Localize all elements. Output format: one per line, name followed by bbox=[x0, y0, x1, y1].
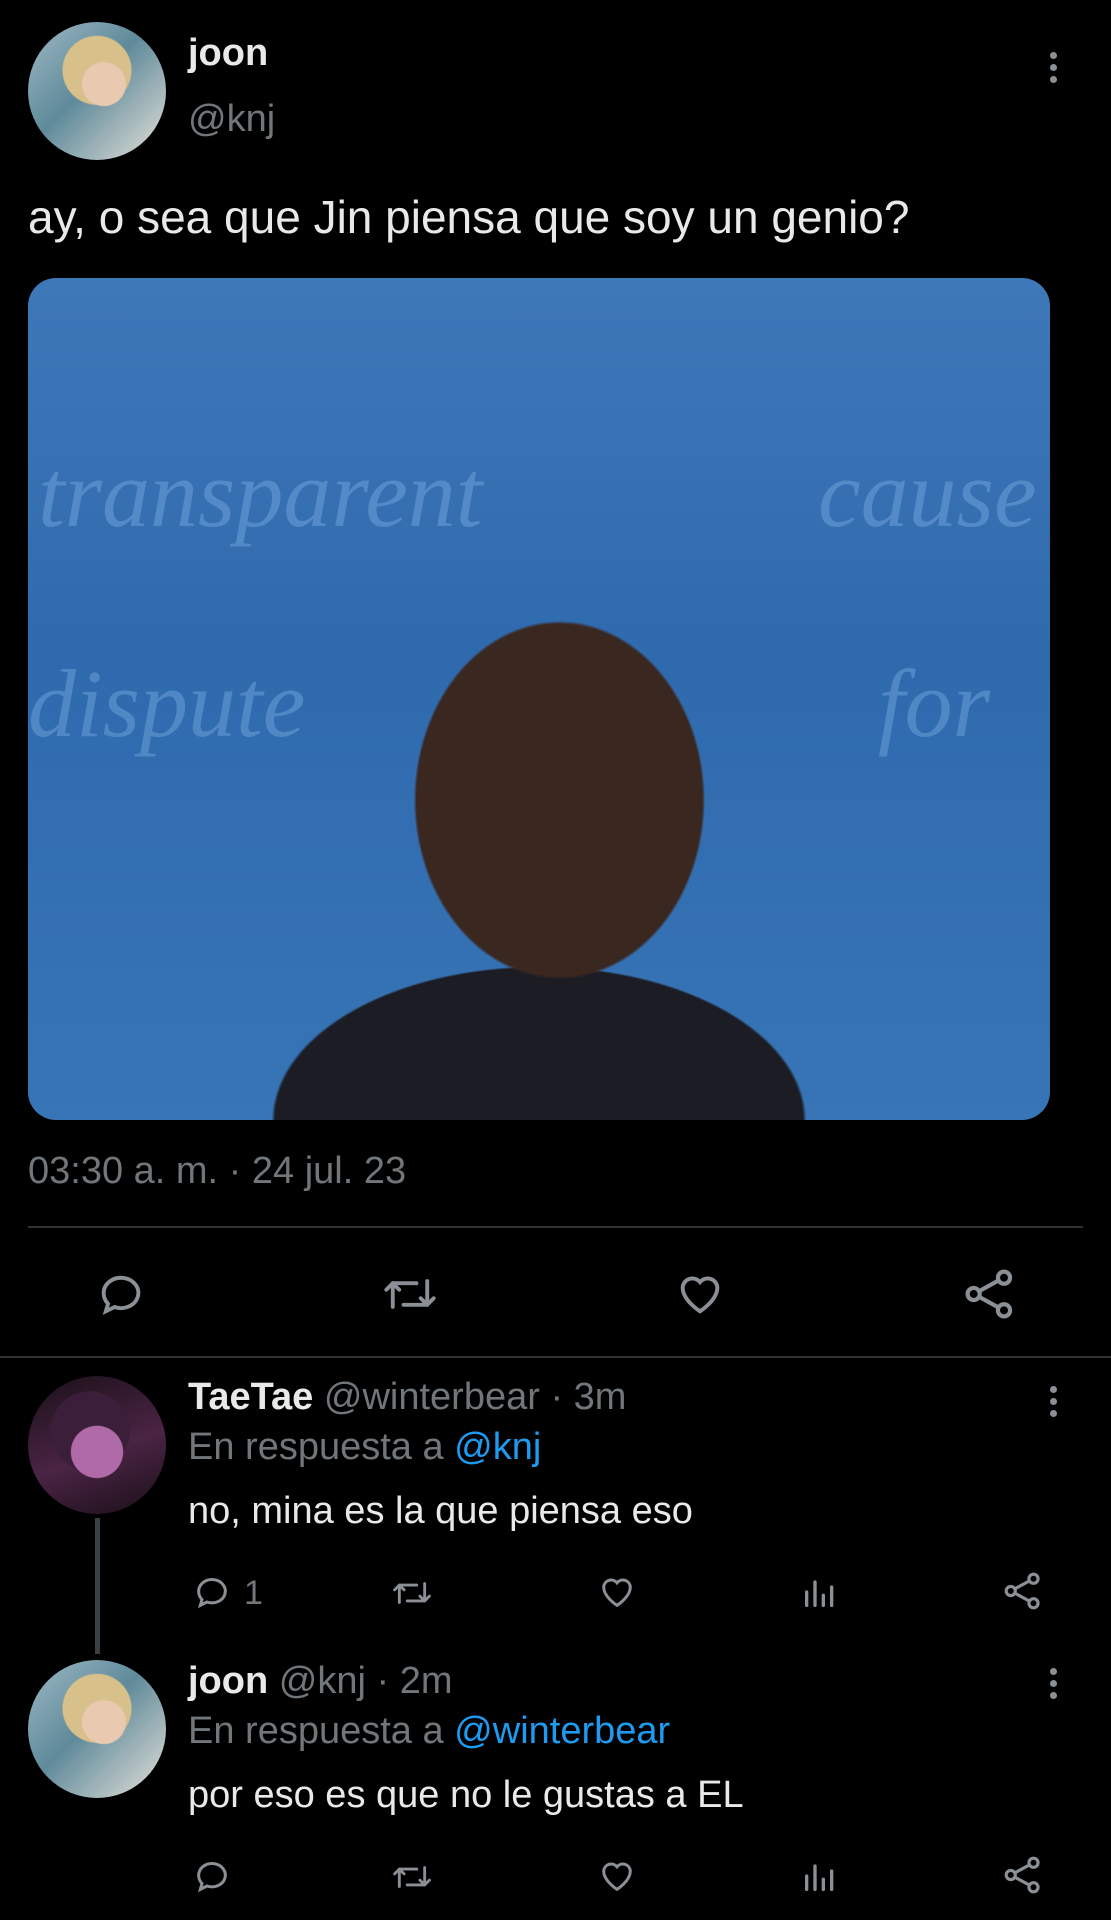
reply-icon[interactable] bbox=[192, 1856, 232, 1896]
reply-avatar[interactable] bbox=[28, 1376, 166, 1514]
reply-header: TaeTae @winterbear · 3m bbox=[188, 1376, 626, 1419]
tweet-timestamp[interactable]: 03:30 a. m. · 24 jul. 23 bbox=[28, 1150, 406, 1193]
author-name[interactable]: joon bbox=[188, 32, 268, 75]
thread-line bbox=[95, 1518, 100, 1654]
tweet-photo[interactable]: transparent cause dispute for bbox=[28, 278, 1050, 1120]
tweet-text: ay, o sea que Jin piensa que soy un geni… bbox=[28, 191, 910, 243]
reply-count: 1 bbox=[244, 1574, 263, 1612]
reply-author-name[interactable]: TaeTae bbox=[188, 1376, 313, 1418]
reply-author-handle[interactable]: @winterbear bbox=[324, 1376, 540, 1418]
retweet-icon[interactable] bbox=[390, 1574, 434, 1612]
photo-overlay-word-4: for bbox=[878, 650, 991, 757]
reply-text: por eso es que no le gustas a EL bbox=[188, 1774, 744, 1816]
like-icon[interactable] bbox=[596, 1856, 638, 1896]
photo-overlay-word-1: transparent bbox=[38, 440, 483, 547]
more-options-icon[interactable] bbox=[1042, 1668, 1064, 1704]
author-avatar[interactable] bbox=[28, 22, 166, 160]
like-icon[interactable] bbox=[673, 1268, 727, 1320]
divider bbox=[28, 1226, 1083, 1228]
analytics-icon[interactable] bbox=[800, 1856, 840, 1896]
reply-time[interactable]: · 3m bbox=[550, 1376, 626, 1418]
share-icon[interactable] bbox=[1002, 1854, 1044, 1896]
reply-icon[interactable] bbox=[95, 1268, 147, 1320]
reply-text: no, mina es la que piensa eso bbox=[188, 1490, 693, 1532]
more-options-icon[interactable] bbox=[1042, 1386, 1064, 1422]
author-handle[interactable]: @knj bbox=[188, 98, 275, 141]
replying-to-handle[interactable]: @knj bbox=[454, 1426, 541, 1468]
retweet-icon[interactable] bbox=[390, 1858, 434, 1896]
photo-overlay-word-3: dispute bbox=[28, 650, 306, 757]
photo-overlay-word-2: cause bbox=[818, 440, 1037, 547]
divider bbox=[0, 1356, 1111, 1358]
replying-to: En respuesta a @knj bbox=[188, 1426, 541, 1469]
retweet-icon[interactable] bbox=[382, 1268, 438, 1320]
like-icon[interactable] bbox=[596, 1572, 638, 1612]
replying-to: En respuesta a @winterbear bbox=[188, 1710, 670, 1753]
reply-author-name[interactable]: joon bbox=[188, 1660, 268, 1702]
reply-time[interactable]: · 2m bbox=[376, 1660, 452, 1702]
share-icon[interactable] bbox=[962, 1266, 1018, 1322]
replying-to-handle[interactable]: @winterbear bbox=[454, 1710, 670, 1752]
share-icon[interactable] bbox=[1002, 1570, 1044, 1612]
reply-avatar[interactable] bbox=[28, 1660, 166, 1798]
reply-header: joon @knj · 2m bbox=[188, 1660, 452, 1703]
analytics-icon[interactable] bbox=[800, 1572, 840, 1612]
reply-author-handle[interactable]: @knj bbox=[279, 1660, 366, 1702]
reply-icon[interactable] bbox=[192, 1572, 232, 1612]
replying-prefix: En respuesta a bbox=[188, 1426, 444, 1468]
replying-prefix: En respuesta a bbox=[188, 1710, 444, 1752]
more-options-icon[interactable] bbox=[1042, 52, 1064, 88]
